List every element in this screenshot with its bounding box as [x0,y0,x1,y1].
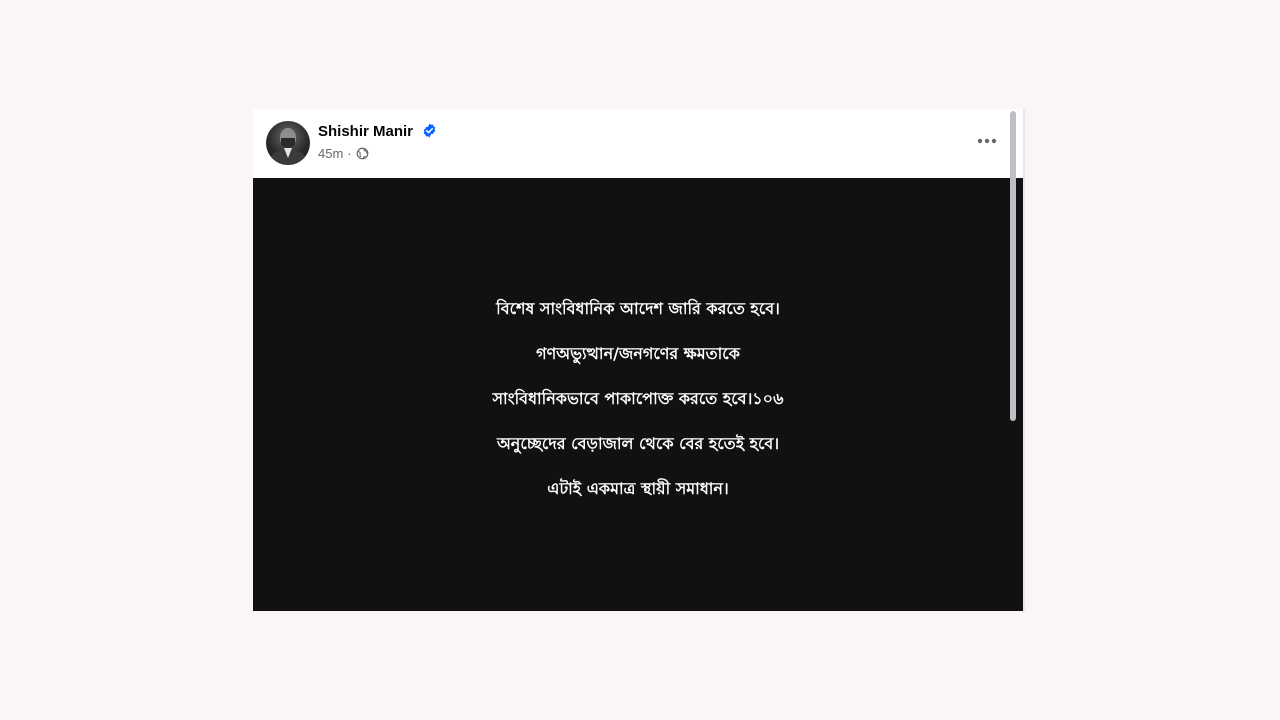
image-text-line: সাংবিধানিকভাবে পাকাপোক্ত করতে হবে।১০৬ [492,389,784,408]
author-avatar[interactable] [266,121,310,165]
scrollbar-thumb[interactable] [1010,111,1016,421]
panel-edge [1023,109,1025,611]
author-name[interactable]: Shishir Manir [318,123,413,140]
image-text-line: এটাই একমাত্র স্থায়ী সমাধান। [547,479,729,498]
image-text-line: বিশেষ সাংবিধানিক আদেশ জারি করতে হবে। [496,299,780,318]
image-text-line: গণঅভ্যুত্থান/জনগণের ক্ষমতাকে [536,344,740,363]
avatar-beard [281,138,295,148]
post-image[interactable]: বিশেষ সাংবিধানিক আদেশ জারি করতে হবে। গণঅ… [253,178,1023,611]
post-timestamp[interactable]: 45m [318,146,343,161]
post-card: Shishir Manir 45m · বিশেষ সাংবিধানিক আদে… [253,109,1025,611]
meta-separator: · [347,146,352,161]
globe-icon[interactable] [356,147,369,160]
post-header: Shishir Manir 45m · [253,109,1011,178]
verified-badge-icon [423,123,436,138]
more-horizontal-icon [977,138,997,144]
post-meta: 45m · [318,146,369,161]
more-options-button[interactable] [969,126,1005,156]
image-text: বিশেষ সাংবিধানিক আদেশ জারি করতে হবে। গণঅ… [253,286,1023,511]
image-text-line: অনুচ্ছেদের বেড়াজাল থেকে বের হতেই হবে। [496,434,780,453]
